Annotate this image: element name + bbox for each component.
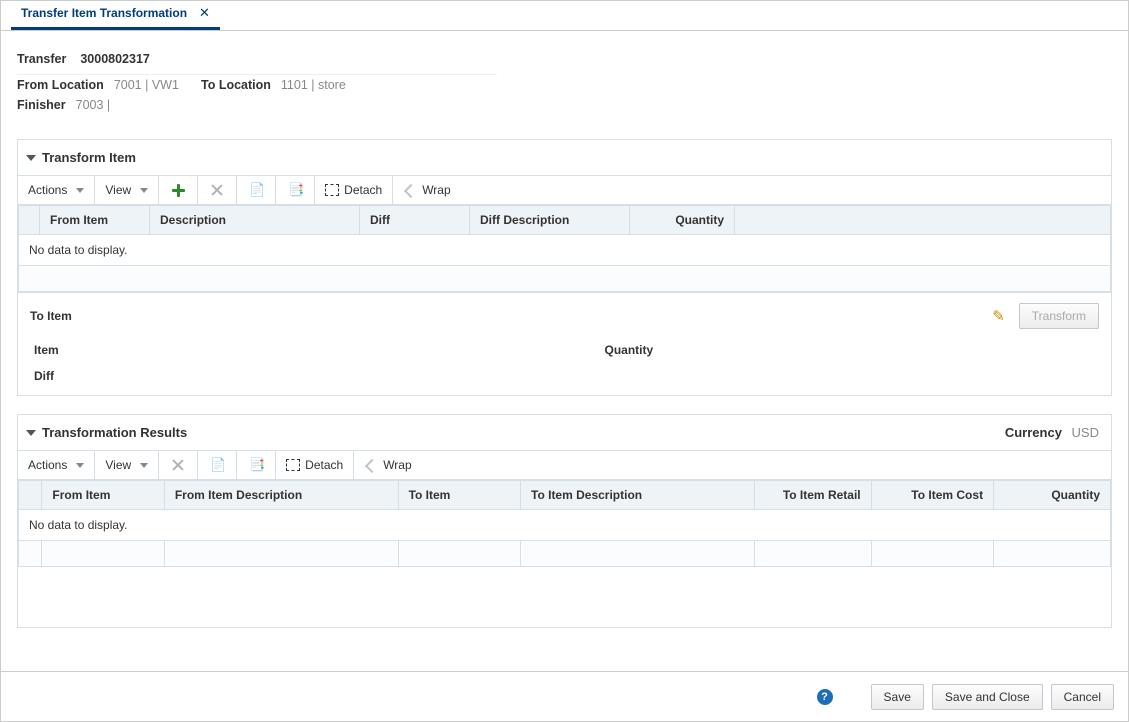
col-quantity[interactable]: Quantity bbox=[994, 481, 1111, 510]
col-quantity[interactable]: Quantity bbox=[630, 206, 735, 235]
export-icon: 📄 bbox=[249, 183, 263, 197]
to-item-bar: To Item ✎ Transform bbox=[18, 292, 1111, 337]
detail-row-item: Item Quantity bbox=[18, 337, 1111, 363]
col-to-item-desc[interactable]: To Item Description bbox=[521, 481, 755, 510]
plus-icon bbox=[171, 183, 185, 197]
panel-transform-item: Transform Item Actions View 📄 📑 Detach W… bbox=[17, 139, 1112, 396]
value-to-location: 1101 | store bbox=[281, 78, 346, 92]
query-icon: 📑 bbox=[288, 183, 302, 197]
detail-row-diff: Diff bbox=[18, 363, 1111, 395]
tab-bar: Transfer Item Transformation ✕ bbox=[1, 1, 1128, 31]
title-transform-item: Transform Item bbox=[42, 150, 136, 165]
no-data-message: No data to display. bbox=[19, 235, 1111, 266]
view-menu[interactable]: View bbox=[95, 451, 159, 479]
save-button[interactable]: Save bbox=[871, 684, 924, 710]
header-block: Transfer 3000802317 From Location 7001 |… bbox=[17, 49, 1112, 115]
delete-button[interactable] bbox=[198, 176, 237, 204]
panel-title-results[interactable]: Transformation Results Currency USD bbox=[18, 415, 1111, 450]
disclosure-icon bbox=[26, 430, 36, 436]
col-diff-description[interactable]: Diff Description bbox=[470, 206, 630, 235]
add-button[interactable] bbox=[159, 176, 198, 204]
col-to-item-retail[interactable]: To Item Retail bbox=[754, 481, 871, 510]
detach-icon bbox=[286, 459, 300, 471]
toolbar-transform-item: Actions View 📄 📑 Detach Wrap bbox=[18, 175, 1111, 205]
close-icon[interactable]: ✕ bbox=[199, 5, 210, 21]
footer: ? Save Save and Close Cancel bbox=[1, 671, 1128, 721]
label-to-location: To Location bbox=[201, 78, 271, 92]
export-button[interactable]: 📄 bbox=[237, 176, 276, 204]
col-description[interactable]: Description bbox=[150, 206, 360, 235]
label-to-item: To Item bbox=[30, 309, 72, 323]
view-menu[interactable]: View bbox=[95, 176, 159, 204]
title-results: Transformation Results bbox=[42, 425, 187, 440]
delete-button[interactable] bbox=[159, 451, 198, 479]
query-button[interactable]: 📑 bbox=[276, 176, 315, 204]
label-quantity: Quantity bbox=[605, 343, 654, 357]
save-and-close-button[interactable]: Save and Close bbox=[932, 684, 1043, 710]
label-item: Item bbox=[34, 343, 74, 357]
detach-icon bbox=[325, 184, 339, 196]
col-from-item-desc[interactable]: From Item Description bbox=[164, 481, 398, 510]
wrap-button[interactable]: Wrap bbox=[354, 451, 421, 479]
actions-menu[interactable]: Actions bbox=[18, 176, 95, 204]
content-area: Transfer 3000802317 From Location 7001 |… bbox=[1, 31, 1128, 671]
panel-transformation-results: Transformation Results Currency USD Acti… bbox=[17, 414, 1112, 628]
transform-button[interactable]: Transform bbox=[1019, 303, 1099, 329]
export-icon: 📄 bbox=[210, 458, 224, 472]
col-to-item[interactable]: To Item bbox=[398, 481, 520, 510]
value-finisher: 7003 | bbox=[76, 98, 111, 112]
col-diff[interactable]: Diff bbox=[360, 206, 470, 235]
x-icon bbox=[171, 458, 185, 472]
pencil-icon[interactable]: ✎ bbox=[992, 307, 1005, 325]
tab-transfer-item-transformation[interactable]: Transfer Item Transformation ✕ bbox=[11, 0, 220, 30]
value-transfer: 3000802317 bbox=[80, 52, 150, 66]
wrap-button[interactable]: Wrap bbox=[393, 176, 460, 204]
x-icon bbox=[210, 183, 224, 197]
cancel-button[interactable]: Cancel bbox=[1051, 684, 1114, 710]
actions-menu[interactable]: Actions bbox=[18, 451, 95, 479]
label-finisher: Finisher bbox=[17, 98, 66, 112]
table-results: From Item From Item Description To Item … bbox=[18, 480, 1111, 567]
table-transform-item: From Item Description Diff Diff Descript… bbox=[18, 205, 1111, 292]
tab-title: Transfer Item Transformation bbox=[21, 6, 187, 20]
col-from-item[interactable]: From Item bbox=[42, 481, 164, 510]
label-from-location: From Location bbox=[17, 78, 104, 92]
blank-row bbox=[19, 266, 1111, 292]
query-icon: 📑 bbox=[249, 458, 263, 472]
label-transfer: Transfer bbox=[17, 52, 66, 66]
panel-title-transform-item[interactable]: Transform Item bbox=[18, 140, 1111, 175]
wrap-icon bbox=[364, 458, 378, 472]
label-diff: Diff bbox=[34, 369, 74, 383]
detach-button[interactable]: Detach bbox=[276, 451, 354, 479]
export-button[interactable]: 📄 bbox=[198, 451, 237, 479]
query-button[interactable]: 📑 bbox=[237, 451, 276, 479]
col-from-item[interactable]: From Item bbox=[40, 206, 150, 235]
no-data-message: No data to display. bbox=[19, 510, 1111, 541]
col-to-item-cost[interactable]: To Item Cost bbox=[871, 481, 993, 510]
disclosure-icon bbox=[26, 155, 36, 161]
detach-button[interactable]: Detach bbox=[315, 176, 393, 204]
value-currency: USD bbox=[1072, 425, 1099, 440]
help-icon[interactable]: ? bbox=[817, 689, 833, 705]
label-currency: Currency bbox=[1005, 425, 1062, 440]
value-from-location: 7001 | VW1 bbox=[114, 78, 179, 92]
wrap-icon bbox=[403, 183, 417, 197]
toolbar-results: Actions View 📄 📑 Detach Wrap bbox=[18, 450, 1111, 480]
